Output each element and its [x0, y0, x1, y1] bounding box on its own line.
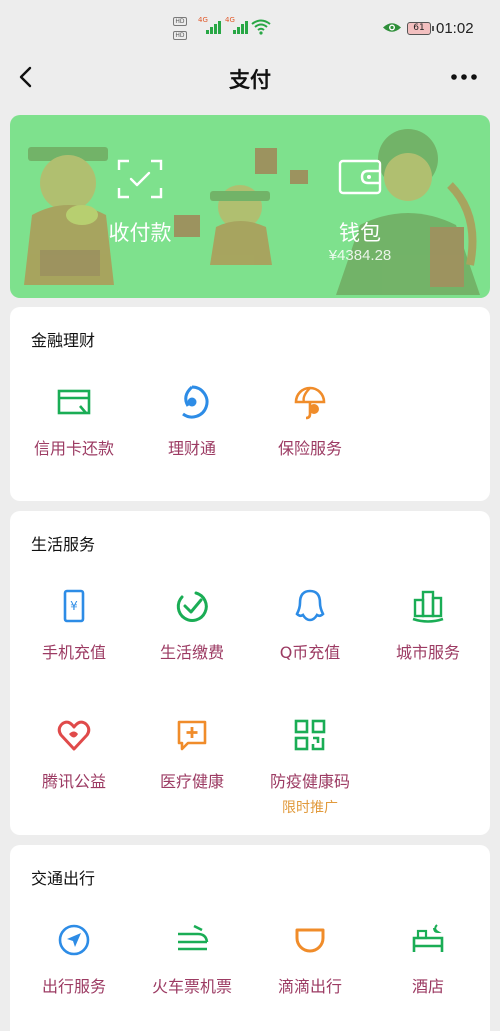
tile-label: 理财通: [167, 439, 216, 458]
section-title: 金融理财: [31, 331, 96, 350]
tile-label: 滴滴出行: [277, 977, 342, 996]
nav-bar: 支付: [0, 52, 500, 104]
phone-yuan-icon: ¥: [63, 589, 85, 623]
tile-label: 城市服务: [395, 643, 460, 662]
tencent-charity-tile[interactable]: 腾讯公益: [14, 717, 134, 817]
status-bar: HD HD 4G 4G 61 01:02: [0, 0, 500, 52]
medical-icon: [177, 720, 207, 751]
battery-icon: 61: [407, 22, 434, 35]
check-leaf-icon: [176, 591, 208, 622]
tile-label: 手机充值: [41, 643, 106, 662]
wallet-balance: ¥4384.28: [328, 247, 392, 264]
bed-icon: [412, 924, 444, 952]
wallet-label: 钱包: [339, 221, 381, 245]
promo-tag: 限时推广: [282, 800, 338, 816]
section-title: 生活服务: [31, 535, 96, 554]
penguin-icon: [295, 589, 325, 622]
heart-icon: [57, 720, 91, 751]
wifi-icon: [251, 19, 271, 35]
hd-icon: HD: [173, 17, 187, 26]
compass-icon: [58, 924, 90, 956]
payment-hero-banner: 收付款 钱包 ¥4384.28: [10, 115, 490, 298]
clock: 01:02: [436, 20, 474, 37]
wallet-icon: [338, 159, 382, 195]
more-options-icon[interactable]: [450, 64, 478, 90]
tile-label: 医疗健康: [159, 772, 224, 791]
collect-pay-button[interactable]: 收付款: [75, 115, 205, 298]
page-title: 支付: [229, 68, 271, 92]
scan-pay-icon: [117, 159, 163, 199]
wealth-tile[interactable]: 理财通: [132, 384, 252, 484]
tile-label: 防疫健康码: [269, 772, 350, 791]
insurance-tile[interactable]: 保险服务: [250, 384, 370, 484]
didi-icon: [295, 928, 325, 953]
health-code-tile[interactable]: 防疫健康码 限时推广: [250, 717, 370, 817]
tile-label: 保险服务: [277, 439, 342, 458]
buildings-icon: [412, 590, 444, 623]
transport-section: 交通出行 出行服务 火车票机票 滴滴出行 酒店: [10, 845, 490, 1031]
eye-comfort-icon: [383, 23, 401, 32]
hotel-tile[interactable]: 酒店: [368, 922, 488, 1022]
tile-label: 生活缴费: [159, 643, 224, 662]
tile-label: 酒店: [411, 977, 444, 996]
tile-label: Q币充值: [279, 643, 341, 662]
signal-icon: [233, 20, 248, 34]
credit-card-repay-tile[interactable]: 信用卡还款: [14, 384, 134, 484]
collect-pay-label: 收付款: [108, 221, 172, 245]
tile-label: 信用卡还款: [33, 439, 114, 458]
life-services-section: 生活服务 ¥ 手机充值 生活缴费 Q币充值 城市服务 腾讯公益 医疗健康 防疫健…: [10, 511, 490, 835]
qcoin-topup-tile[interactable]: Q币充值: [250, 588, 370, 688]
mobile-topup-tile[interactable]: ¥ 手机充值: [14, 588, 134, 688]
wallet-button[interactable]: 钱包 ¥4384.28: [295, 115, 425, 298]
hd-icon: HD: [173, 31, 187, 40]
credit-card-icon: [57, 389, 91, 415]
train-icon: [178, 924, 209, 951]
city-services-tile[interactable]: 城市服务: [368, 588, 488, 688]
tile-label: 火车票机票: [151, 977, 232, 996]
section-title: 交通出行: [31, 869, 96, 888]
qr-code-icon: [294, 719, 326, 751]
signal-icon: [206, 20, 221, 34]
medical-health-tile[interactable]: 医疗健康: [132, 717, 252, 817]
tile-label: 出行服务: [41, 977, 106, 996]
wealth-icon: [182, 385, 209, 419]
tile-label: 腾讯公益: [41, 772, 106, 791]
train-flight-tile[interactable]: 火车票机票: [132, 922, 252, 1022]
didi-ride-tile[interactable]: 滴滴出行: [250, 922, 370, 1022]
svg-text:¥: ¥: [70, 599, 78, 613]
finance-section: 金融理财 信用卡还款 理财通 保险服务: [10, 307, 490, 501]
umbrella-icon: [294, 386, 326, 420]
utility-bill-tile[interactable]: 生活缴费: [132, 588, 252, 688]
travel-services-tile[interactable]: 出行服务: [14, 922, 134, 1022]
